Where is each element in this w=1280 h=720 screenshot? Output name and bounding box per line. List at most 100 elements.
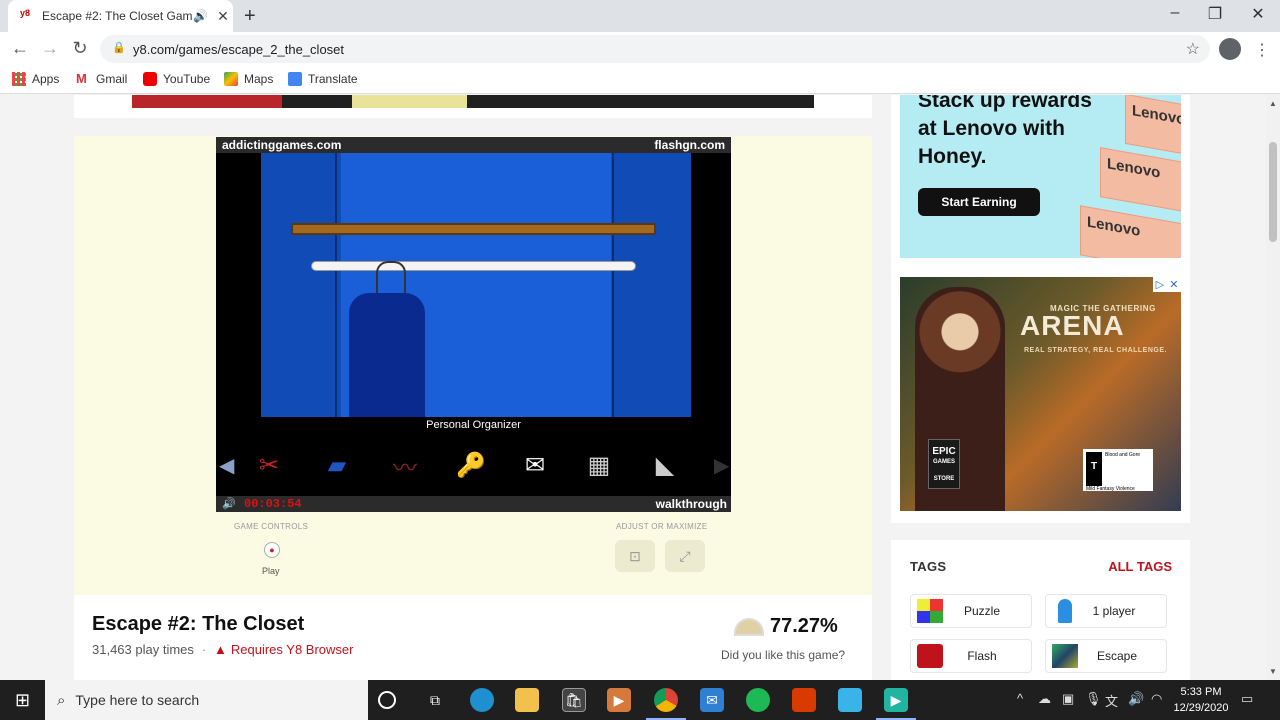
closet-scene[interactable]: [261, 153, 691, 417]
file-explorer-icon[interactable]: [515, 688, 539, 712]
start-earning-button[interactable]: Start Earning: [918, 188, 1040, 216]
bookmark-translate[interactable]: Translate: [288, 72, 358, 86]
wire-icon[interactable]: 〰: [382, 445, 428, 485]
hanger[interactable]: [376, 261, 406, 297]
lock-icon: 🔒: [112, 42, 126, 54]
separator-dot: ·: [202, 642, 207, 657]
blue-tool-icon[interactable]: ▰: [314, 445, 360, 485]
scroll-thumb[interactable]: [1269, 142, 1277, 242]
address-bar[interactable]: 🔒 y8.com/games/escape_2_the_closet ☆: [100, 35, 1210, 63]
ad-choices[interactable]: ▷ ✕: [1153, 277, 1181, 292]
spotify-icon[interactable]: [746, 688, 770, 712]
addictinggames-link[interactable]: addictinggames.com: [222, 138, 341, 152]
profile-avatar-icon[interactable]: [1219, 38, 1241, 60]
walkthrough-link[interactable]: walkthrough: [656, 497, 727, 511]
personal-organizer-icon[interactable]: ▦: [576, 445, 622, 485]
mail-icon[interactable]: ✉: [700, 688, 724, 712]
close-ad-icon: ✕: [1169, 279, 1179, 291]
epic-games-logo: EPIC GAMES STORE: [928, 439, 960, 489]
adjust-icon: ⊡: [629, 547, 641, 564]
inventory-right-arrow-icon[interactable]: ▶: [714, 453, 729, 478]
tag-1-player[interactable]: 1 player: [1045, 594, 1167, 628]
flashgn-link[interactable]: flashgn.com: [654, 138, 725, 152]
adjust-button[interactable]: ⊡: [615, 540, 655, 572]
windows-taskbar: ⊞ ⌕ Type here to search ⧉ 🛍 ▶ ✉ ▶ ^ ☁ ▣ …: [0, 680, 1280, 720]
taskbar-search[interactable]: ⌕ Type here to search: [45, 680, 368, 720]
game-controls-label: GAME CONTROLS: [234, 522, 309, 531]
bookmark-apps[interactable]: Apps: [12, 72, 59, 86]
game-panel: addictinggames.com flashgn.com Personal …: [74, 136, 872, 595]
close-tab-icon[interactable]: ✕: [213, 8, 233, 25]
store-icon[interactable]: 🛍: [562, 688, 586, 712]
closet-rod[interactable]: [311, 261, 636, 271]
tab-title: Escape #2: The Closet Game: [42, 9, 193, 23]
bookmark-maps[interactable]: Maps: [224, 72, 273, 86]
onedrive-icon[interactable]: ☁: [1038, 691, 1051, 707]
page-scrollbar[interactable]: ▲ ▼: [1266, 95, 1280, 680]
maximize-button[interactable]: ⤢: [665, 540, 705, 572]
minimize-icon[interactable]: –: [1160, 4, 1190, 22]
bookmark-youtube[interactable]: YouTube: [143, 72, 210, 86]
forward-arrow-icon[interactable]: →: [38, 38, 62, 59]
phone-app-icon[interactable]: [838, 688, 862, 712]
clock[interactable]: 5:33 PM 12/29/2020: [1168, 684, 1234, 716]
notifications-icon[interactable]: ▭: [1241, 691, 1253, 707]
browser-toolbar: ← → ↻ 🔒 y8.com/games/escape_2_the_closet…: [0, 32, 1280, 66]
blue-coat[interactable]: [349, 293, 425, 417]
requires-y8-browser[interactable]: ▲ Requires Y8 Browser: [214, 642, 353, 657]
maximize-icon[interactable]: ❐: [1200, 4, 1230, 24]
mtg-arena-ad[interactable]: ▷ ✕ MAGIC THE GATHERING ARENA REAL STRATE…: [900, 277, 1181, 511]
scroll-down-icon[interactable]: ▼: [1269, 667, 1277, 676]
game-frame[interactable]: addictinggames.com flashgn.com Personal …: [216, 137, 731, 512]
game-title: Escape #2: The Closet: [92, 613, 305, 635]
top-banner-ad[interactable]: [74, 95, 872, 118]
sound-icon[interactable]: 🔊: [222, 497, 236, 510]
like-question: Did you like this game?: [721, 648, 846, 662]
tray-chevron-icon[interactable]: ^: [1017, 691, 1023, 706]
new-tab-button[interactable]: +: [244, 5, 256, 28]
bookmark-gmail[interactable]: M Gmail: [76, 72, 127, 87]
scroll-up-icon[interactable]: ▲: [1269, 99, 1277, 108]
volume-icon[interactable]: 🔊: [1128, 691, 1144, 707]
pliers-icon[interactable]: ✂: [246, 445, 292, 485]
task-view-icon[interactable]: ⧉: [423, 688, 447, 712]
windows-start-icon[interactable]: ⊞: [0, 680, 45, 720]
tags-panel: TAGS ALL TAGS Puzzle 1 player Flash Esca…: [891, 540, 1190, 680]
envelope-icon[interactable]: ✉: [512, 445, 558, 485]
wifi-icon[interactable]: ◠: [1151, 691, 1162, 707]
tag-escape[interactable]: Escape: [1045, 639, 1167, 673]
back-arrow-icon[interactable]: ←: [8, 38, 32, 59]
media-icon[interactable]: ▶: [607, 688, 631, 712]
drill-bit-icon[interactable]: ◣: [642, 445, 688, 485]
edge-icon[interactable]: [470, 688, 494, 712]
reload-icon[interactable]: ↻: [68, 38, 92, 59]
cortana-icon[interactable]: [378, 691, 396, 709]
maps-icon: [224, 72, 238, 86]
escape-icon: [1052, 644, 1078, 668]
mouse-icon[interactable]: ●: [264, 542, 280, 558]
editor-app-icon[interactable]: ▶: [884, 688, 908, 712]
flash-icon: [917, 644, 943, 668]
warning-icon: ▲: [214, 642, 227, 657]
device-icon[interactable]: ▣: [1062, 691, 1074, 707]
office-icon[interactable]: [792, 688, 816, 712]
speaker-icon[interactable]: 🔊: [193, 9, 208, 23]
microphone-icon[interactable]: 🎙: [1085, 691, 1102, 707]
lenovo-honey-ad[interactable]: Stack up rewards at Lenovo with Honey. S…: [900, 95, 1181, 258]
close-window-icon[interactable]: ✕: [1243, 4, 1273, 24]
menu-kebab-icon[interactable]: ⋮: [1254, 40, 1270, 60]
lenovo-box: Lenovo: [1125, 95, 1181, 157]
browser-tab[interactable]: y8 Escape #2: The Closet Game 🔊 ✕: [8, 0, 233, 32]
inventory-left-arrow-icon[interactable]: ◀: [219, 453, 234, 478]
tag-puzzle[interactable]: Puzzle: [910, 594, 1032, 628]
play-label: Play: [262, 566, 280, 576]
page-content: addictinggames.com flashgn.com Personal …: [0, 95, 1266, 680]
key-icon[interactable]: 🔑: [448, 445, 494, 485]
chrome-icon[interactable]: [654, 688, 678, 712]
rating-percent: 77.27%: [770, 615, 838, 637]
language-icon[interactable]: 文: [1105, 691, 1118, 710]
all-tags-link[interactable]: ALL TAGS: [1108, 559, 1172, 574]
closet-shelf[interactable]: [291, 223, 656, 235]
bookmark-star-icon[interactable]: ☆: [1186, 39, 1200, 59]
tag-flash[interactable]: Flash: [910, 639, 1032, 673]
